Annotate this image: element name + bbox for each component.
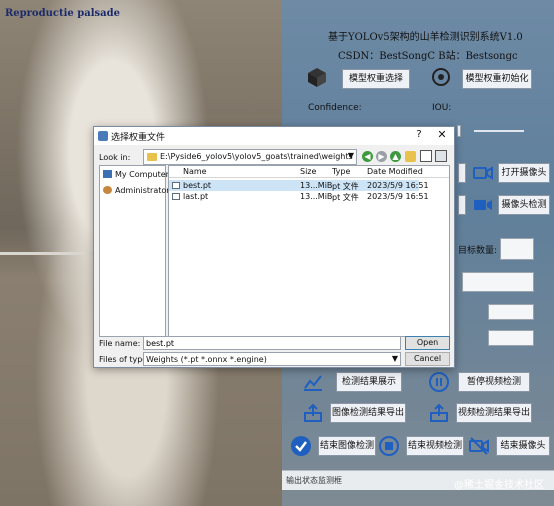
file-icon bbox=[172, 182, 180, 189]
coord-box-b bbox=[488, 330, 534, 346]
target-icon[interactable] bbox=[430, 66, 452, 88]
stop-icon[interactable] bbox=[378, 435, 400, 457]
file-date: 2023/5/9 16:51 bbox=[367, 181, 429, 190]
confidence-label: Confidence: bbox=[308, 103, 362, 113]
cancel-button[interactable]: Cancel bbox=[405, 352, 450, 366]
video-camera-icon[interactable] bbox=[472, 162, 494, 184]
user-icon bbox=[103, 186, 112, 194]
chart-icon[interactable] bbox=[302, 371, 324, 393]
file-name-input[interactable] bbox=[143, 336, 401, 350]
end-image-detect-button[interactable]: 结束图像检测 bbox=[318, 436, 376, 456]
forward-icon[interactable]: ▶ bbox=[376, 151, 387, 162]
file-icon bbox=[172, 193, 180, 200]
author-line: CSDN：BestSongC B站：Bestsongc bbox=[338, 51, 518, 62]
file-list: Name Size Type Date Modified best.pt 13.… bbox=[168, 165, 450, 337]
iou-slider[interactable] bbox=[474, 130, 524, 132]
parent-folder-icon[interactable]: ▲ bbox=[390, 151, 401, 162]
pause-video-button[interactable]: 暂停视频检测 bbox=[458, 372, 530, 392]
column-date-modified[interactable]: Date Modified bbox=[367, 167, 423, 176]
column-name[interactable]: Name bbox=[183, 167, 207, 176]
help-button[interactable]: ? bbox=[412, 129, 426, 140]
camera-detect-button[interactable]: 摄像头检测 bbox=[498, 195, 550, 215]
watermark: @稀土掘金技术社区 bbox=[454, 480, 544, 491]
upload-icon-video[interactable] bbox=[428, 402, 450, 424]
system-title: 基于YOLOv5架构的山羊检测识别系统V1.0 bbox=[328, 32, 523, 43]
file-dialog: 选择权重文件 ? ✕ Look in: E:\Pyside6_yolov5\yo… bbox=[93, 126, 455, 368]
sidebar-item-my-computer[interactable]: My Computer bbox=[103, 170, 169, 179]
look-in-path: E:\Pyside6_yolov5\yolov5_goats\trained\w… bbox=[160, 152, 353, 161]
close-button[interactable]: ✕ bbox=[435, 128, 449, 141]
end-video-detect-button[interactable]: 结束视频检测 bbox=[406, 436, 464, 456]
app-title: Reproductie palsade bbox=[5, 8, 120, 19]
file-row[interactable]: best.pt 13...MiB pt 文件 2023/5/9 16:51 bbox=[169, 180, 429, 191]
chevron-down-icon[interactable]: ▼ bbox=[348, 151, 354, 160]
list-view-icon[interactable] bbox=[420, 150, 432, 162]
look-in-label: Look in: bbox=[99, 153, 131, 162]
chevron-down-icon[interactable]: ▼ bbox=[392, 354, 398, 363]
status-placeholder: 输出状态监测框 bbox=[286, 476, 342, 485]
file-size: 13...MiB bbox=[300, 181, 333, 190]
dialog-title: 选择权重文件 bbox=[111, 133, 166, 143]
model-select-button[interactable]: 模型权重选择 bbox=[342, 69, 410, 89]
cube-icon[interactable] bbox=[306, 66, 328, 88]
file-type: pt 文件 bbox=[332, 193, 359, 202]
file-name-label: File name: bbox=[99, 339, 141, 348]
sidebar-item-label: Administrator bbox=[115, 186, 170, 195]
file-list-header: Name Size Type Date Modified bbox=[169, 166, 449, 178]
pause-icon[interactable] bbox=[428, 371, 450, 393]
file-name: last.pt bbox=[183, 192, 209, 201]
open-button[interactable]: Open bbox=[405, 336, 450, 350]
target-count-box bbox=[500, 238, 534, 260]
export-video-results-button[interactable]: 视频检测结果导出 bbox=[456, 403, 532, 423]
folder-icon bbox=[147, 153, 157, 161]
hidden-button-b[interactable] bbox=[458, 195, 466, 215]
target-select[interactable] bbox=[462, 272, 534, 292]
file-row[interactable]: last.pt 13...MiB pt 文件 2023/5/9 16:51 bbox=[169, 191, 429, 202]
target-count-label: 目标数量: bbox=[458, 246, 498, 256]
file-name: best.pt bbox=[183, 181, 212, 190]
upload-icon[interactable] bbox=[302, 402, 324, 424]
back-icon[interactable]: ◀ bbox=[362, 151, 373, 162]
column-type[interactable]: Type bbox=[332, 167, 350, 176]
computer-icon bbox=[103, 170, 112, 178]
end-camera-button[interactable]: 结束摄像头 bbox=[496, 436, 550, 456]
iou-label: IOU: bbox=[432, 103, 452, 113]
file-type-select[interactable]: Weights (*.pt *.onnx *.engine) ▼ bbox=[143, 352, 401, 366]
export-image-results-button[interactable]: 图像检测结果导出 bbox=[330, 403, 406, 423]
model-init-button[interactable]: 模型权重初始化 bbox=[462, 69, 532, 89]
open-camera-button[interactable]: 打开摄像头 bbox=[498, 163, 550, 183]
coord-box-a bbox=[488, 304, 534, 320]
check-icon[interactable] bbox=[290, 435, 312, 457]
sidebar-item-administrator[interactable]: Administrator bbox=[103, 186, 170, 195]
file-size: 13...MiB bbox=[300, 192, 333, 201]
detail-view-icon[interactable] bbox=[435, 150, 447, 162]
file-type-value: Weights (*.pt *.onnx *.engine) bbox=[146, 355, 267, 364]
dialog-app-icon bbox=[98, 131, 108, 141]
dialog-titlebar: 选择权重文件 ? ✕ bbox=[94, 127, 454, 145]
sidebar-item-label: My Computer bbox=[115, 170, 169, 179]
show-results-button[interactable]: 检测结果展示 bbox=[336, 372, 402, 392]
new-folder-icon[interactable] bbox=[405, 151, 416, 162]
file-date: 2023/5/9 16:51 bbox=[367, 192, 429, 201]
camera-detect-icon[interactable] bbox=[472, 194, 494, 216]
places-sidebar: My Computer Administrator bbox=[99, 165, 170, 337]
camera-off-icon[interactable] bbox=[468, 435, 490, 457]
iou-spinbox[interactable] bbox=[457, 125, 461, 137]
hidden-button-a[interactable] bbox=[458, 163, 466, 183]
column-size[interactable]: Size bbox=[300, 167, 316, 176]
look-in-combo[interactable]: E:\Pyside6_yolov5\yolov5_goats\trained\w… bbox=[143, 149, 357, 165]
